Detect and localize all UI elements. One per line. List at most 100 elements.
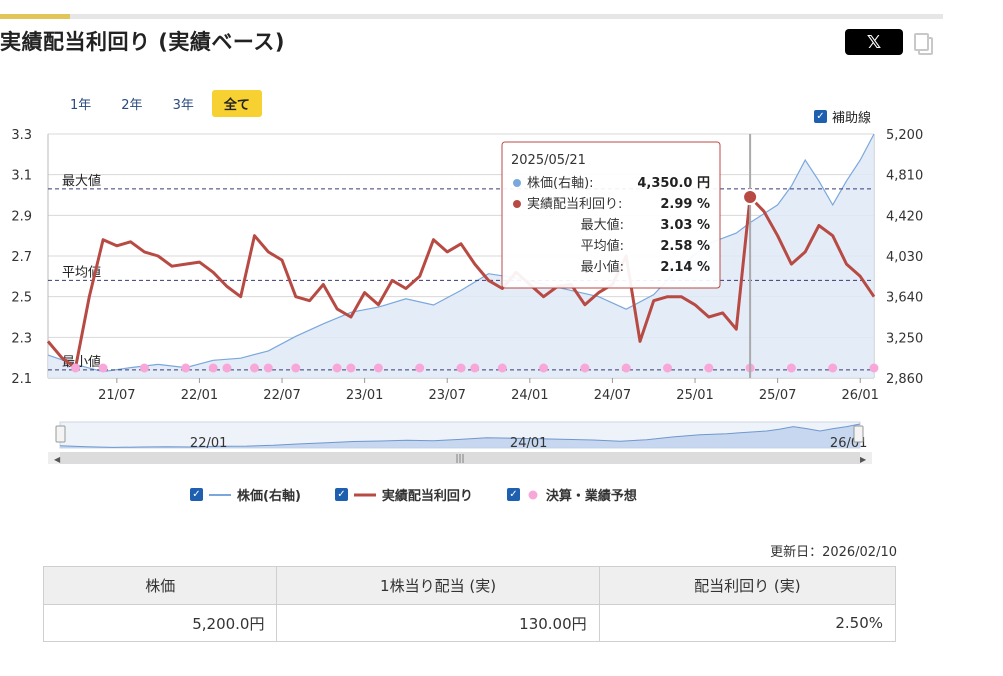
share-x-button[interactable]: 𝕏 [845, 29, 903, 55]
legend-item-events[interactable]: ✓ 決算・業績予想 [506, 485, 637, 504]
y-right-tick-label: 4,810 [886, 169, 923, 184]
event-dot[interactable] [828, 363, 838, 373]
range-button-2y[interactable]: 2年 [109, 90, 154, 117]
top-rule-accent [0, 14, 70, 19]
navigator-handle[interactable] [853, 425, 864, 443]
navigator-tick-label: 24/01 [510, 436, 547, 451]
table-cell: 130.00円 [276, 604, 600, 642]
x-tick-label: 25/07 [759, 388, 796, 403]
table-row: 5,200.0円 130.00円 2.50% [42, 604, 897, 642]
x-tick-label: 26/01 [841, 388, 878, 403]
event-dot[interactable] [497, 363, 507, 373]
event-dot[interactable] [663, 363, 672, 373]
legend-label-price: 株価(右軸) [237, 489, 301, 504]
y-left-tick-label: 3.1 [11, 169, 32, 184]
tooltip-label: 株価(右軸): [527, 176, 594, 191]
copy-icon[interactable] [913, 32, 935, 56]
plot-area: 2.1 2,860 2.3 3,250 2.5 3,640 2.7 4,030 2.9 4,420… [11, 128, 923, 403]
table-header: 配当利回り (実) [598, 566, 897, 605]
table-cell: 2.50% [598, 604, 897, 642]
event-dot[interactable] [869, 363, 879, 373]
x-tick-label: 21/07 [98, 388, 135, 403]
reference-line-label: 最大値 [62, 173, 101, 189]
hover-marker [742, 189, 759, 206]
x-tick-label: 23/01 [346, 388, 383, 403]
x-tick-label: 22/07 [263, 388, 300, 403]
tooltip-value: 3.03 % [660, 218, 710, 233]
tooltip-value: 4,350.0 円 [637, 176, 710, 191]
tooltip: 2025/05/21 株価(右軸): 4,350.0 円実績配当利回り: 2.99 %… [501, 141, 721, 289]
event-dot[interactable] [373, 363, 383, 373]
x-tick-label: 23/07 [428, 388, 465, 403]
x-tick-label: 25/01 [676, 388, 713, 403]
range-button-3y[interactable]: 3年 [161, 90, 206, 117]
yield-chart[interactable]: 2.1 2,860 2.3 3,250 2.5 3,640 2.7 4,030 2.9 4,420… [0, 120, 1003, 470]
scroll-left-icon[interactable]: ◀ [54, 455, 61, 464]
tooltip-label: 最大値: [581, 217, 624, 233]
event-dot[interactable] [291, 363, 301, 373]
tooltip-price-marker [513, 179, 521, 187]
yield-line-swatch [353, 493, 376, 496]
x-tick-label: 22/01 [181, 388, 218, 403]
event-dot[interactable] [332, 363, 342, 373]
event-dot[interactable] [98, 363, 108, 373]
range-button-all[interactable]: 全て [211, 90, 262, 117]
event-dot-swatch [528, 490, 538, 499]
event-dot[interactable] [181, 363, 191, 373]
event-dot[interactable] [208, 363, 218, 373]
scroll-grip-icon[interactable]: ||| [455, 454, 464, 464]
range-button-1y[interactable]: 1年 [58, 90, 103, 117]
legend-label-events: 決算・業績予想 [545, 489, 637, 504]
legend: ✓ 株価(右軸) ✓ 実績配当利回り ✓ 決算・業績予想 [190, 485, 637, 504]
tooltip-yield-marker [513, 200, 521, 208]
y-right-tick-label: 5,200 [886, 128, 923, 143]
x-tick-label: 24/01 [511, 388, 548, 403]
event-dot[interactable] [222, 363, 232, 373]
price-line-swatch [209, 493, 231, 496]
event-dot[interactable] [470, 363, 480, 373]
x-tick-label: 24/07 [594, 388, 631, 403]
event-dot[interactable] [415, 363, 425, 373]
checkbox-icon[interactable]: ✓ [334, 488, 348, 501]
tooltip-value: 2.99 % [660, 197, 710, 212]
tooltip-label: 最小値: [581, 259, 624, 275]
range-selector: 1年 2年 3年 全て [58, 90, 262, 117]
event-dot[interactable] [704, 363, 714, 373]
legend-item-price[interactable]: ✓ 株価(右軸) [190, 485, 301, 504]
event-dot[interactable] [580, 363, 590, 373]
y-right-tick-label: 4,030 [886, 250, 923, 265]
y-left-tick-label: 2.9 [11, 209, 32, 224]
updated-date: 更新日：2026/02/10 [770, 545, 897, 560]
table-header-row: 株価 1株当り配当 (実) 配当利回り (実) [42, 566, 897, 605]
checkbox-icon[interactable]: ✓ [506, 488, 520, 501]
summary-table: 株価 1株当り配当 (実) 配当利回り (実) 5,200.0円 130.00円… [42, 566, 897, 642]
event-dot[interactable] [786, 363, 796, 373]
tooltip-label: 平均値: [581, 238, 624, 254]
legend-item-yield[interactable]: ✓ 実績配当利回り [334, 485, 473, 504]
navigator[interactable]: 22/01 24/01 26/01◀ ▶||| [48, 421, 872, 464]
event-dot[interactable] [539, 363, 549, 373]
top-rule [0, 14, 943, 19]
y-right-tick-label: 2,860 [886, 372, 923, 387]
y-left-tick-label: 3.3 [11, 128, 32, 143]
event-dot[interactable] [71, 363, 81, 373]
tooltip-label: 実績配当利回り: [527, 196, 622, 212]
y-right-tick-label: 3,640 [886, 291, 923, 306]
y-right-tick-label: 4,420 [886, 209, 923, 224]
checkbox-icon[interactable]: ✓ [190, 488, 203, 501]
scroll-right-icon[interactable]: ▶ [860, 455, 867, 464]
event-dot[interactable] [621, 363, 631, 373]
event-dot[interactable] [139, 363, 149, 373]
navigator-handle[interactable] [55, 425, 66, 443]
page-title: 実績配当利回り (実績ベース) [0, 30, 285, 54]
y-left-tick-label: 2.7 [11, 250, 32, 265]
event-dot[interactable] [263, 363, 273, 373]
table-header: 1株当り配当 (実) [276, 566, 600, 605]
legend-label-yield: 実績配当利回り [381, 489, 473, 504]
tooltip-date: 2025/05/21 [511, 153, 586, 168]
event-dot[interactable] [456, 363, 466, 373]
event-dot[interactable] [346, 363, 356, 373]
y-left-tick-label: 2.3 [11, 331, 32, 346]
table-header: 株価 [42, 566, 278, 605]
event-dot[interactable] [250, 363, 259, 373]
